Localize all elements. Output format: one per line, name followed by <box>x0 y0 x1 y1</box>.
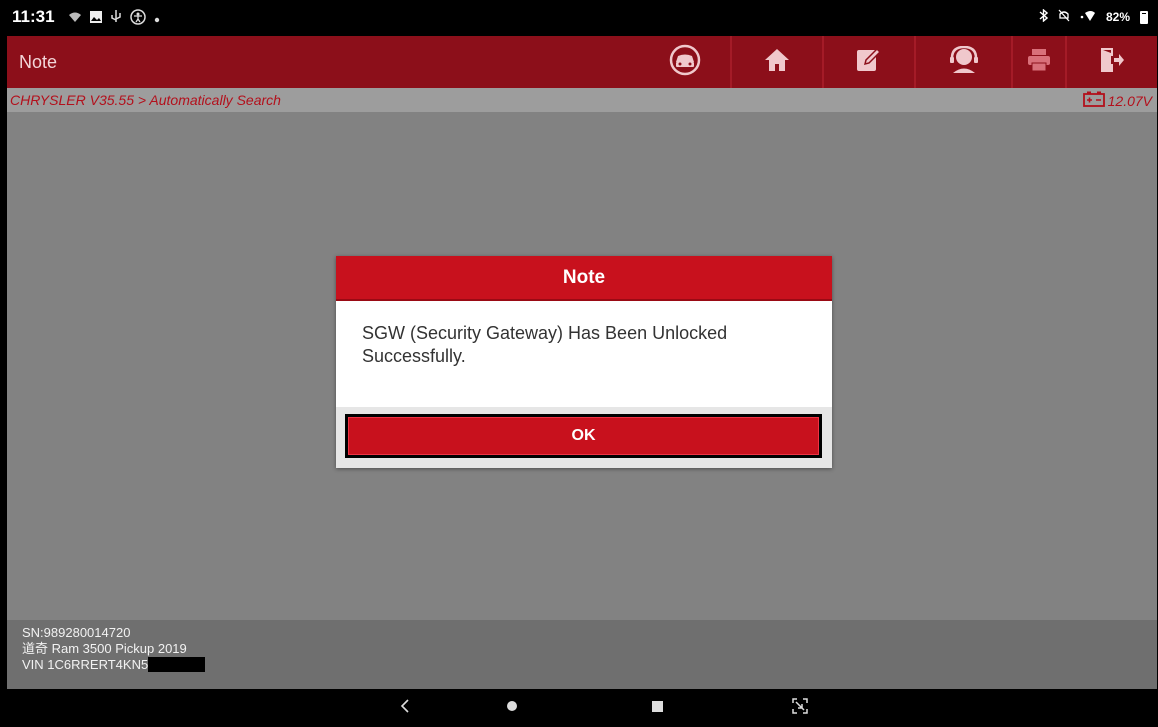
diagnostic-button[interactable] <box>640 36 730 88</box>
exit-button[interactable] <box>1067 36 1157 88</box>
ok-button[interactable]: OK <box>345 414 822 458</box>
edit-icon <box>856 47 882 78</box>
ok-button-label: OK <box>348 417 819 455</box>
battery-voltage: 12.07V <box>1082 91 1152 110</box>
redaction-box <box>148 657 206 672</box>
home-icon <box>764 48 790 77</box>
battery-percent: 82% <box>1105 10 1130 24</box>
clock: 11:31 <box>12 7 55 26</box>
dialog-message: SGW (Security Gateway) Has Been Unlocked… <box>362 323 728 366</box>
title-bar: Note <box>7 36 1157 88</box>
dot-icon <box>154 11 160 27</box>
car-icon <box>668 43 702 82</box>
recents-icon <box>651 699 663 717</box>
vehicle-model: 道奇 Ram 3500 Pickup 2019 <box>22 641 187 656</box>
battery-icon <box>1140 10 1148 24</box>
user-support-icon <box>949 45 979 79</box>
recents-button[interactable] <box>627 689 687 727</box>
screenshot-icon <box>792 697 808 719</box>
back-button[interactable] <box>375 689 435 727</box>
edit-report-button[interactable] <box>824 36 914 88</box>
usb-icon <box>110 10 122 28</box>
screenshot-button[interactable] <box>770 689 830 727</box>
dialog-title: Note <box>562 266 606 288</box>
bluetooth-icon <box>1039 8 1049 25</box>
system-icons: 82% <box>1039 8 1148 25</box>
vin-number: VIN 1C6RRERT4KN5 <box>22 657 149 672</box>
wifi-calling-icon <box>68 11 82 27</box>
print-button[interactable] <box>1013 36 1065 88</box>
dialog-header: Note <box>336 256 832 301</box>
breadcrumb: CHRYSLER V35.55 > Automatically Search <box>10 92 281 108</box>
accessibility-icon <box>130 9 146 29</box>
back-icon <box>400 698 410 718</box>
mute-icon <box>1058 9 1070 25</box>
home-button[interactable] <box>732 36 822 88</box>
home-nav-button[interactable] <box>482 689 542 727</box>
image-icon <box>90 11 102 27</box>
vehicle-info-footer: SN:989280014720 道奇 Ram 3500 Pickup 2019 … <box>7 620 1157 689</box>
printer-icon <box>1027 48 1051 77</box>
voltage-value: 12.07V <box>1107 92 1152 109</box>
vin-line: VIN 1C6RRERT4KN5 <box>22 657 206 673</box>
remote-support-button[interactable] <box>916 36 1011 88</box>
home-circle-icon <box>506 699 518 717</box>
exit-icon <box>1100 47 1124 78</box>
note-dialog: Note SGW (Security Gateway) Has Been Unl… <box>336 256 832 468</box>
status-bar: 11:31 82% <box>0 0 1158 36</box>
breadcrumb-bar: CHRYSLER V35.55 > Automatically Search 1… <box>7 88 1157 112</box>
dialog-footer: OK <box>336 407 832 468</box>
notification-icons <box>68 9 160 29</box>
wifi-icon <box>1080 10 1096 25</box>
serial-number: SN:989280014720 <box>22 625 131 640</box>
navigation-bar <box>0 689 1158 727</box>
car-battery-icon <box>1082 91 1105 110</box>
page-title: Note <box>19 52 58 72</box>
